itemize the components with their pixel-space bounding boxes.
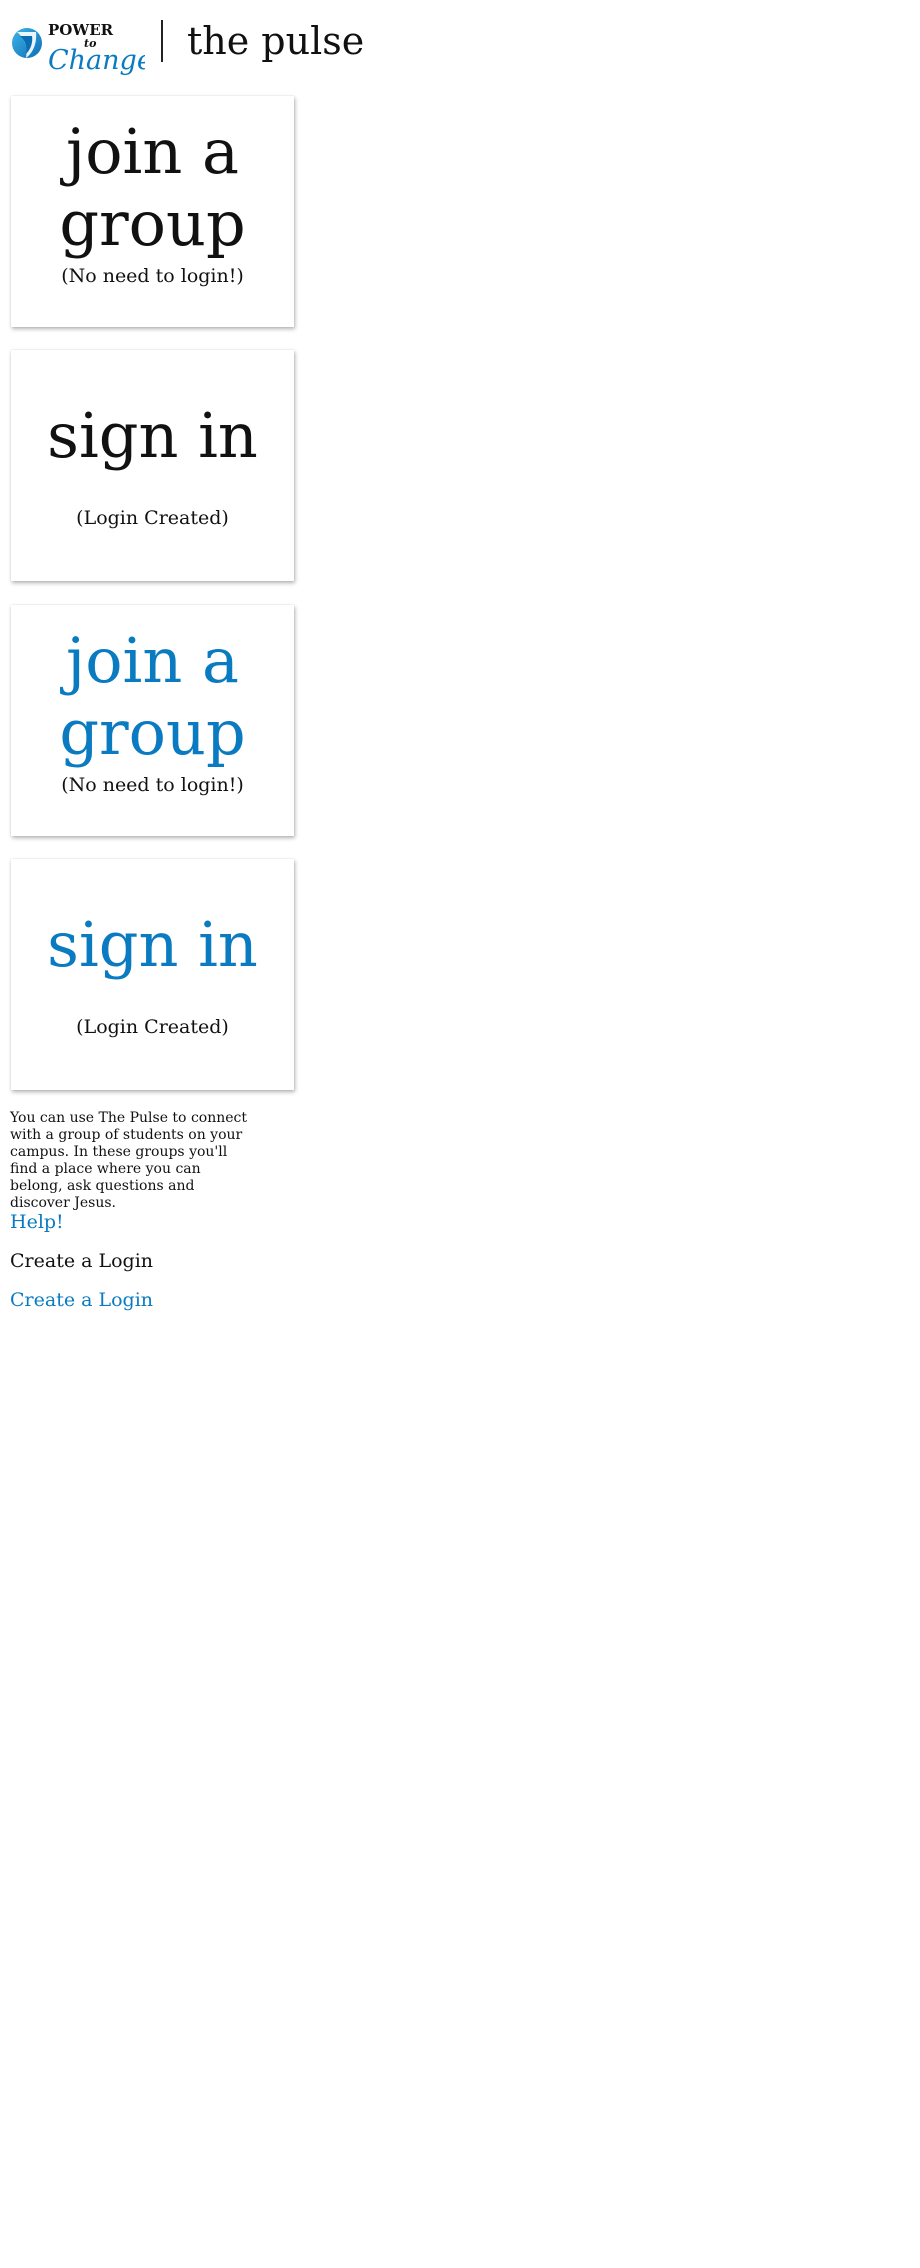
join-group-label: join a group [59, 115, 246, 260]
join-group-card[interactable]: join a group (No need to login!) [11, 96, 294, 327]
sign-in-sublabel: (Login Created) [76, 1016, 229, 1038]
sign-in-card[interactable]: sign in (Login Created) [11, 350, 294, 581]
create-login-link-hover[interactable]: Create a Login [10, 1288, 153, 1312]
join-group-card-hover[interactable]: join a group (No need to login!) [11, 605, 294, 836]
page: POWER to Change. the pulse join agroup (… [0, 0, 920, 2268]
help-link[interactable]: Help! [10, 1210, 64, 1234]
logo-text-power: POWER [48, 21, 114, 39]
join-group-sublabel: (No need to login!) [61, 774, 244, 796]
join-group-label: join a group [59, 624, 246, 769]
sign-in-sublabel: (Login Created) [76, 507, 229, 529]
intro-description: You can use The Pulse to connect with a … [10, 1110, 247, 1211]
logo-text-change: Change. [48, 45, 145, 76]
sign-in-card-hover[interactable]: sign in (Login Created) [11, 859, 294, 1090]
join-group-sublabel: (No need to login!) [61, 265, 244, 287]
header: POWER to Change. the pulse [10, 18, 364, 82]
create-login-link[interactable]: Create a Login [10, 1249, 153, 1273]
header-divider [161, 20, 163, 62]
sign-in-label: sign in [47, 399, 258, 472]
sign-in-label: sign in [47, 908, 258, 981]
globe-icon [12, 28, 42, 58]
app-title: the pulse [187, 19, 365, 63]
power-to-change-logo[interactable]: POWER to Change. [10, 18, 145, 78]
